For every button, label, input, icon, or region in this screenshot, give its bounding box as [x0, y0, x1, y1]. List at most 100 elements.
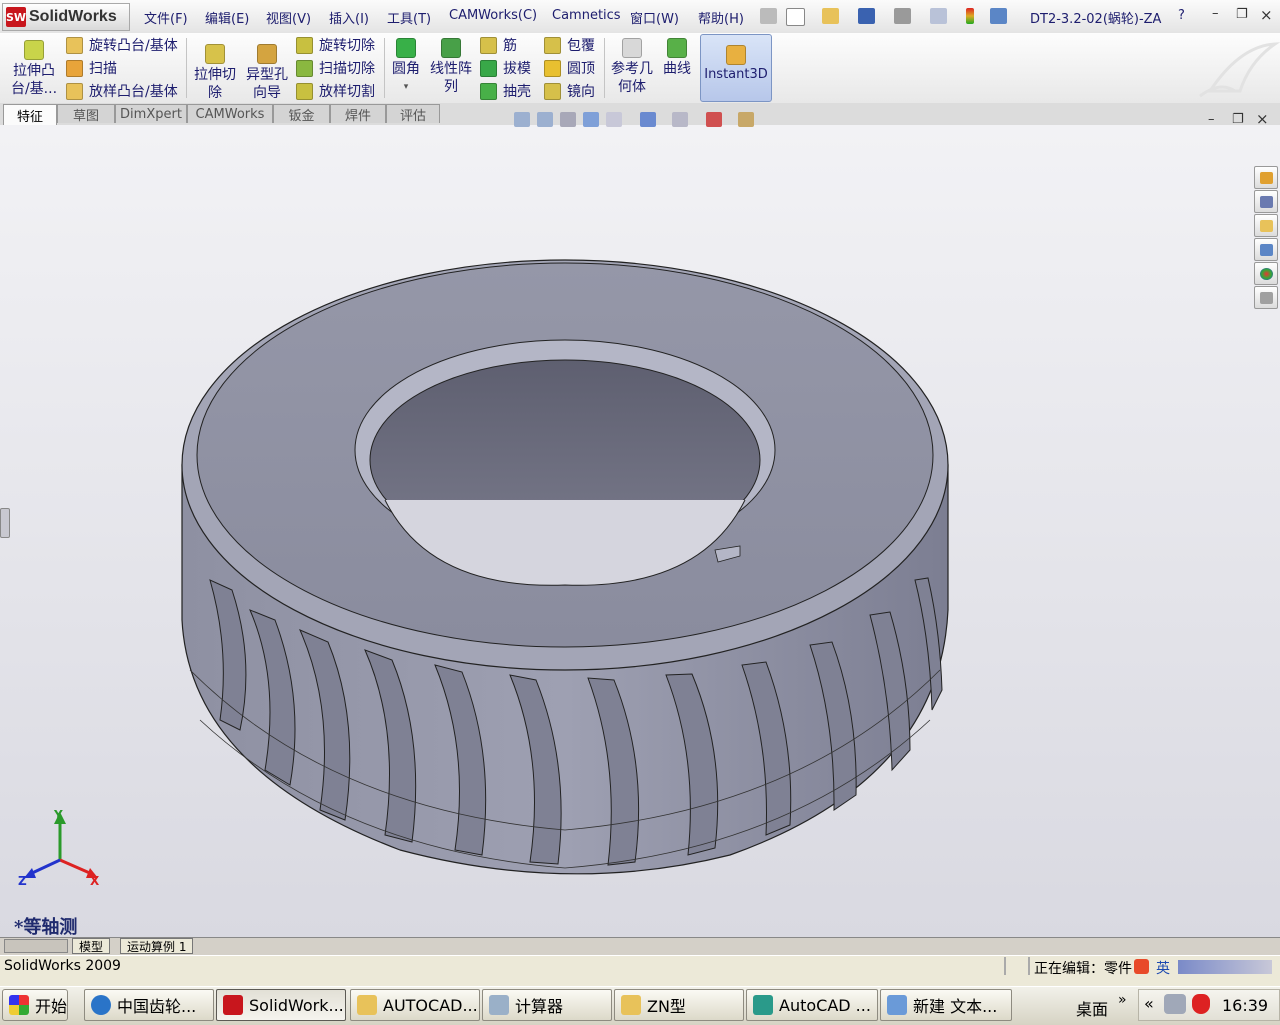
worm-gear-model[interactable] — [170, 250, 960, 890]
task-pane-design-library[interactable] — [1254, 190, 1278, 213]
tab-weldments[interactable]: 焊件 — [330, 104, 386, 124]
help-button[interactable]: ? — [1178, 8, 1185, 23]
sweep-button[interactable]: 扫描 — [66, 58, 117, 78]
task-pane-view-palette[interactable] — [1254, 238, 1278, 261]
taskbar-item-notepad[interactable]: 新建 文本... — [880, 989, 1012, 1021]
wrap-icon — [544, 36, 561, 54]
reference-geometry-button[interactable]: 参考几何体 — [609, 38, 655, 96]
fillet-button[interactable]: 圆角 ▾ — [389, 38, 423, 96]
taskbar-item-gear-china[interactable]: 中国齿轮... — [84, 989, 214, 1021]
status-app-version: SolidWorks 2009 — [4, 958, 121, 974]
task-pane-appearances[interactable] — [1254, 262, 1278, 285]
show-hidden-icons-icon[interactable]: « — [1144, 994, 1154, 1013]
close-button[interactable]: × — [1260, 6, 1273, 24]
apply-scene-icon[interactable] — [738, 112, 754, 127]
rib-button[interactable]: 筋 — [480, 35, 517, 55]
security-shield-icon[interactable] — [1192, 994, 1210, 1014]
status-editing: 正在编辑：零件 — [1034, 961, 1132, 977]
extrude-boss-icon — [24, 40, 44, 60]
desktop-toolbar-label[interactable]: 桌面 — [1076, 996, 1108, 1020]
taskbar-item-label: ZN型 — [647, 997, 686, 1016]
sweep-cut-button[interactable]: 扫描切除 — [296, 58, 375, 78]
new-document-icon[interactable] — [786, 8, 805, 26]
extrude-boss-button[interactable]: 拉伸凸台/基... — [10, 40, 58, 98]
rib-icon — [480, 36, 497, 54]
solidworks-logo[interactable]: SW SolidWorks — [2, 3, 130, 31]
menu-insert[interactable]: 插入(I) — [329, 8, 369, 27]
open-folder-icon[interactable] — [822, 8, 839, 24]
viewport-minimize-button[interactable]: – — [1208, 112, 1215, 127]
taskbar-item-autocad[interactable]: AutoCAD ... — [746, 989, 878, 1021]
menu-tools[interactable]: 工具(T) — [387, 8, 431, 27]
loft-cut-label: 放样切割 — [319, 84, 375, 100]
tab-sketch[interactable]: 草图 — [57, 104, 115, 124]
sw-logo-icon: SW — [6, 7, 26, 27]
print-icon[interactable] — [894, 8, 911, 24]
start-button[interactable]: 开始 — [2, 989, 68, 1021]
shell-button[interactable]: 抽壳 — [480, 81, 531, 101]
menu-edit[interactable]: 编辑(E) — [205, 8, 249, 27]
menu-help[interactable]: 帮助(H) — [698, 8, 744, 27]
pin-icon[interactable] — [760, 8, 777, 24]
menu-view[interactable]: 视图(V) — [266, 8, 311, 27]
loft-boss-button[interactable]: 放样凸台/基体 — [66, 81, 178, 101]
taskbar-item-calculator[interactable]: 计算器 — [482, 989, 612, 1021]
taskbar-clock[interactable]: 16:39 — [1222, 996, 1268, 1015]
taskbar-item-autocad-folder[interactable]: AUTOCAD... — [350, 989, 480, 1021]
menu-file[interactable]: 文件(F) — [144, 8, 188, 27]
save-icon[interactable] — [858, 8, 875, 24]
network-icon[interactable] — [1164, 994, 1186, 1014]
instant3d-button[interactable]: Instant3D — [700, 34, 772, 102]
tab-features[interactable]: 特征 — [3, 104, 57, 126]
ime-language-label[interactable]: 英 — [1156, 958, 1170, 978]
ime-toolbar-icon[interactable] — [1178, 960, 1272, 974]
viewport-restore-button[interactable]: ❐ — [1232, 112, 1244, 127]
tab-model[interactable]: 模型 — [72, 938, 111, 954]
mirror-button[interactable]: 镜向 — [544, 81, 595, 101]
zoom-to-area-icon[interactable] — [537, 112, 553, 127]
undo-icon[interactable] — [930, 8, 947, 24]
task-pane-home[interactable] — [1254, 166, 1278, 189]
taskbar-item-solidworks[interactable]: SolidWork... — [216, 989, 346, 1021]
revolve-boss-button[interactable]: 旋转凸台/基体 — [66, 35, 178, 55]
ime-sogou-icon[interactable] — [1134, 959, 1149, 974]
loft-cut-button[interactable]: 放样切割 — [296, 81, 375, 101]
toolbar-expand-icon[interactable]: » — [1118, 992, 1127, 1008]
feature-manager-expand-handle[interactable] — [0, 508, 10, 538]
extrude-cut-button[interactable]: 拉伸切除 — [192, 44, 238, 102]
section-view-icon[interactable] — [583, 112, 599, 127]
tab-evaluate[interactable]: 评估 — [386, 104, 440, 124]
display-style-icon[interactable] — [640, 112, 656, 127]
wrap-button[interactable]: 包覆 — [544, 35, 595, 55]
revolve-cut-button[interactable]: 旋转切除 — [296, 35, 375, 55]
task-pane-custom-properties[interactable] — [1254, 286, 1278, 309]
menu-window[interactable]: 窗口(W) — [630, 8, 679, 27]
tab-dimxpert[interactable]: DimXpert — [115, 104, 187, 123]
tab-motion-study-1[interactable]: 运动算例 1 — [120, 938, 194, 954]
tab-camworks[interactable]: CAMWorks — [187, 104, 273, 123]
view-orientation-icon[interactable] — [606, 112, 622, 127]
previous-view-icon[interactable] — [560, 112, 576, 127]
reference-geometry-label: 参考几何体 — [611, 61, 653, 95]
linear-pattern-button[interactable]: 线性阵列 — [428, 38, 474, 96]
tab-scroll-arrows[interactable] — [4, 939, 68, 953]
hide-show-items-icon[interactable] — [672, 112, 688, 127]
tab-sheet-metal[interactable]: 钣金 — [273, 104, 330, 124]
zoom-to-fit-icon[interactable] — [514, 112, 530, 127]
task-pane-file-explorer[interactable] — [1254, 214, 1278, 237]
options-icon[interactable] — [990, 8, 1007, 24]
draft-button[interactable]: 拔模 — [480, 58, 531, 78]
restore-button[interactable]: ❐ — [1236, 7, 1248, 22]
taskbar-item-zn-folder[interactable]: ZN型 — [614, 989, 744, 1021]
menu-camnetics[interactable]: Camnetics — [552, 8, 621, 23]
hole-wizard-button[interactable]: 异型孔向导 — [244, 44, 290, 102]
start-label: 开始 — [35, 997, 68, 1016]
dome-button[interactable]: 圆顶 — [544, 58, 595, 78]
fillet-dropdown-icon[interactable]: ▾ — [389, 78, 423, 96]
viewport-close-button[interactable]: × — [1256, 110, 1269, 128]
rebuild-icon[interactable] — [966, 8, 974, 24]
curves-button[interactable]: 曲线 — [660, 38, 694, 78]
edit-appearance-icon[interactable] — [706, 112, 722, 127]
minimize-button[interactable]: – — [1212, 6, 1219, 21]
menu-camworks[interactable]: CAMWorks(C) — [449, 8, 537, 23]
